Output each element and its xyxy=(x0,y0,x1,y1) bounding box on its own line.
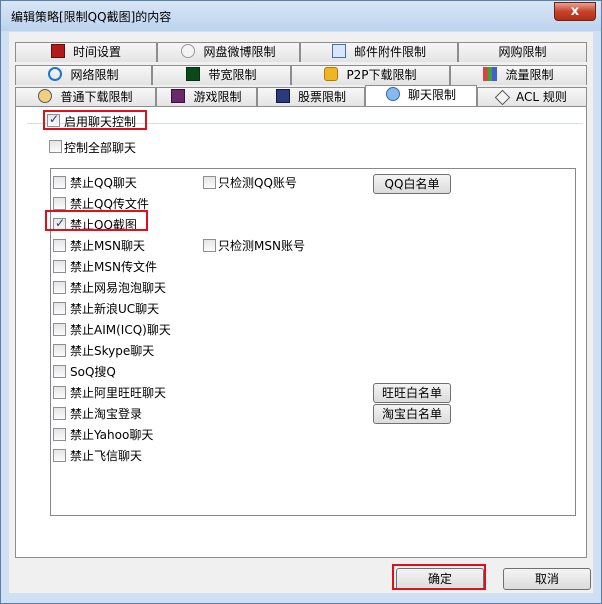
wangwang-whitelist-button[interactable]: 旺旺白名单 xyxy=(373,383,451,403)
tab-mail-attachment[interactable]: 邮件附件限制 xyxy=(300,42,458,62)
acl-icon xyxy=(494,89,511,106)
list-item-checkbox[interactable] xyxy=(53,239,66,252)
list-item-label: 禁止Yahoo聊天 xyxy=(70,428,154,442)
p2p-icon xyxy=(324,67,339,81)
control-all-chat-checkbox[interactable] xyxy=(49,140,62,153)
mail-attachment-icon xyxy=(331,44,346,58)
list-item-label: 禁止飞信聊天 xyxy=(70,449,143,463)
only-check-qq-label: 只检测QQ账号 xyxy=(218,176,297,190)
tab-p2p-download[interactable]: P2P下载限制 xyxy=(291,65,450,85)
title-bar[interactable]: 编辑策略[限制QQ截图]的内容 x xyxy=(1,1,601,31)
list-item-label: 禁止MSN聊天 xyxy=(70,239,145,253)
only-check-qq-checkbox[interactable] xyxy=(203,176,216,189)
game-icon xyxy=(171,89,186,103)
stock-chart-icon xyxy=(275,89,290,103)
dialog-window: 编辑策略[限制QQ截图]的内容 x 时间设置 网盘微博限制 邮件附件限制 网购限… xyxy=(0,0,602,604)
list-item-checkbox[interactable] xyxy=(53,323,66,336)
list-item-checkbox[interactable] xyxy=(53,449,66,462)
list-item-label: 禁止网易泡泡聊天 xyxy=(70,281,167,295)
taobao-whitelist-button[interactable]: 淘宝白名单 xyxy=(373,404,451,424)
list-item-checkbox[interactable] xyxy=(53,197,66,210)
tab-stocks[interactable]: 股票限制 xyxy=(257,87,365,107)
chat-users-icon xyxy=(385,87,400,101)
tab-games[interactable]: 游戏限制 xyxy=(156,87,257,107)
list-item-checkbox[interactable] xyxy=(53,302,66,315)
tab-time-settings[interactable]: 时间设置 xyxy=(15,42,157,62)
bar-chart-icon xyxy=(483,67,498,81)
list-item-checkbox[interactable] xyxy=(53,407,66,420)
tab-normal-download[interactable]: 普通下载限制 xyxy=(15,87,156,107)
tab-bandwidth[interactable]: 带宽限制 xyxy=(152,65,291,85)
close-button[interactable]: x xyxy=(554,2,596,21)
tab-acl-rules[interactable]: ACL 规则 xyxy=(477,87,587,107)
list-item-checkbox[interactable] xyxy=(53,365,66,378)
dialog-client: 时间设置 网盘微博限制 邮件附件限制 网购限制 网络限制 带宽限制 P2P下载限… xyxy=(9,32,593,593)
qq-whitelist-button[interactable]: QQ白名单 xyxy=(373,174,451,194)
highlight-box xyxy=(43,110,147,130)
highlight-box xyxy=(392,564,486,590)
list-item-checkbox[interactable] xyxy=(53,260,66,273)
download-icon xyxy=(38,89,53,103)
list-item-label: 禁止QQ聊天 xyxy=(70,176,137,190)
tab-netdisk-weibo[interactable]: 网盘微博限制 xyxy=(157,42,300,62)
tab-traffic[interactable]: 流量限制 xyxy=(450,65,587,85)
window-title: 编辑策略[限制QQ截图]的内容 xyxy=(11,10,172,24)
list-item-checkbox[interactable] xyxy=(53,386,66,399)
list-item-label: 禁止阿里旺旺聊天 xyxy=(70,386,167,400)
list-item-checkbox[interactable] xyxy=(53,344,66,357)
tab-chat[interactable]: 聊天限制 xyxy=(365,85,477,107)
list-item-checkbox[interactable] xyxy=(53,281,66,294)
highlight-box xyxy=(45,210,148,231)
list-item-checkbox[interactable] xyxy=(53,176,66,189)
list-item-checkbox[interactable] xyxy=(53,428,66,441)
clock-icon xyxy=(50,44,65,58)
list-item-label: 禁止AIM(ICQ)聊天 xyxy=(70,323,171,337)
control-all-chat-label: 控制全部聊天 xyxy=(64,141,137,155)
tab-online-shopping[interactable]: 网购限制 xyxy=(458,42,587,62)
cloud-icon xyxy=(181,44,196,58)
list-item-label: 禁止新浪UC聊天 xyxy=(70,302,160,316)
list-item-label: 禁止淘宝登录 xyxy=(70,407,143,421)
list-item-label: SoQ搜Q xyxy=(70,365,116,379)
list-item-label: 禁止MSN传文件 xyxy=(70,260,157,274)
only-check-msn-checkbox[interactable] xyxy=(203,239,216,252)
cancel-button[interactable]: 取消 xyxy=(503,568,591,590)
bandwidth-monitor-icon xyxy=(186,67,201,81)
tab-network[interactable]: 网络限制 xyxy=(15,65,152,85)
only-check-msn-label: 只检测MSN账号 xyxy=(218,239,305,253)
ie-icon xyxy=(48,67,63,81)
list-item-label: 禁止Skype聊天 xyxy=(70,344,155,358)
